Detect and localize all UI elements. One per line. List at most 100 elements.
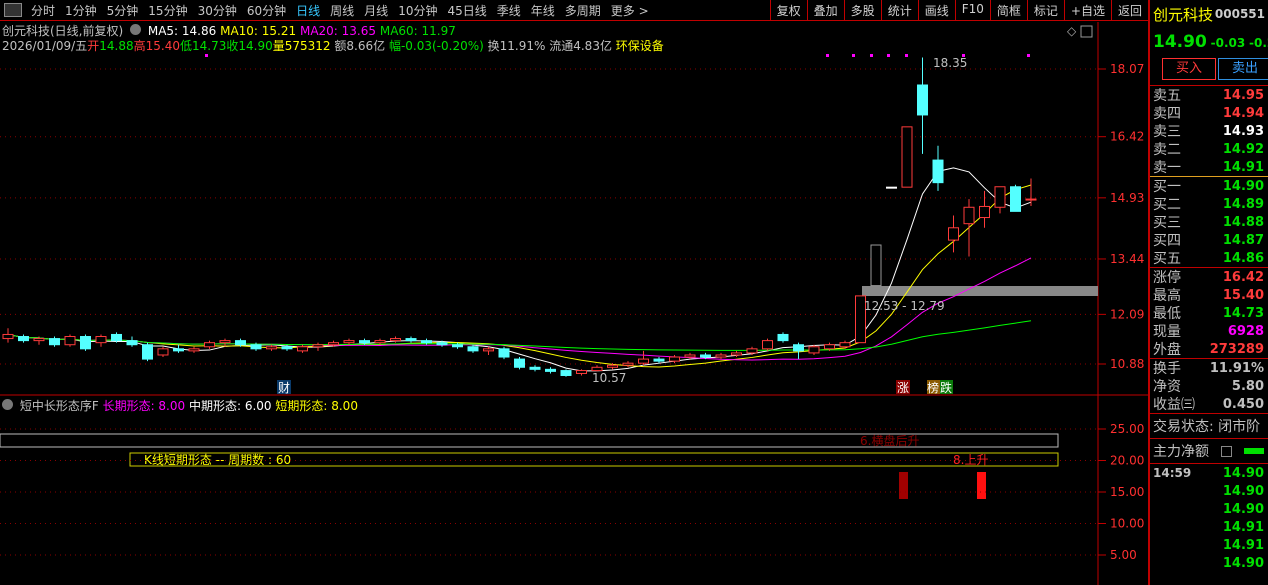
collapse-icon[interactable] [2,399,13,410]
candle [64,334,76,347]
quote-row: 卖四 14.94 [1150,104,1268,123]
quote-label: 卖一 [1153,160,1181,176]
quote-label: 现量 [1153,324,1181,340]
marker-die[interactable]: 跌 [940,380,952,395]
pattern-mid-label: 6.横盘后升 [860,433,919,448]
candle [142,342,153,362]
candle [18,334,29,343]
tick-row: 14.91 [1150,518,1268,536]
quote-value: 14.87 [1222,232,1264,248]
diamond-icon[interactable]: ◇ [1067,24,1077,38]
quote-row: 卖三 14.93 [1150,122,1268,141]
candle [762,338,773,351]
sell-button[interactable]: 卖出 [1218,58,1268,80]
ask-book: 卖五 14.95 卖四 14.94 卖三 14.93 卖二 14.92 卖一 14.91 [1150,86,1268,177]
quote-value: 14.95 [1222,87,1264,103]
tick-price: 14.90 [1222,465,1264,481]
quote-value: 273289 [1209,341,1264,357]
marker-cai[interactable]: 财 [278,381,290,395]
candle [126,336,138,347]
candle [80,334,91,351]
layout-icon[interactable] [1080,25,1093,38]
tick-price: 14.90 [1222,501,1264,517]
long-pattern: 长期形态: 8.00 [102,399,186,413]
quote-label: 卖二 [1153,142,1181,158]
quote-label: 涨停 [1153,270,1181,286]
candle [715,352,727,360]
candle [483,346,494,355]
candle [2,328,14,343]
quote-row: 现量 6928 [1150,322,1268,341]
candle [777,332,789,343]
quote-value: 6928 [1227,323,1264,339]
stock-code: 000551 [1214,7,1265,21]
quote-value: 14.89 [1222,196,1264,212]
marker-zhang[interactable]: 涨 [897,380,909,395]
candle [219,338,231,347]
low-label: 10.57 [592,371,626,385]
candle [173,344,184,353]
candle [622,361,634,368]
gap-band [862,286,1098,296]
quote-value: 14.92 [1222,141,1264,157]
short-pattern: 短期形态: 8.00 [275,399,358,413]
candle [963,199,975,257]
indicator-tick: 25.00 [1110,422,1144,436]
quote-row: 净资 5.80 [1150,377,1268,396]
price-tick: 10.88 [1110,357,1144,371]
indicator-name[interactable]: 短中长形态序F [20,399,99,413]
signal-dot [905,54,908,57]
price-tick: 18.07 [1110,62,1144,76]
quote-value: 14.91 [1222,159,1264,175]
signal-dot [826,54,829,57]
quote-row: 收益㈢ 0.450 [1150,395,1268,414]
tick-row: 14.90 [1150,482,1268,500]
quote-value: 16.42 [1222,269,1264,285]
candle [188,346,200,353]
indicator-header: 短中长形态序F 长期形态: 8.00 中期形态: 6.00 短期形态: 8.00 [2,397,358,414]
candle [979,190,990,228]
quote-label: 买一 [1153,179,1181,195]
candle [839,340,851,349]
quote-value: 5.80 [1231,378,1264,394]
candle [204,340,215,349]
quote-row: 卖二 14.92 [1150,140,1268,159]
list-icon[interactable] [1221,445,1232,457]
signal-dot [870,54,873,57]
pattern-short-title: K线短期形态 -- 周期数 : 60 [144,452,291,467]
last-price-line: 14.90 -0.03 -0.2 [1150,30,1268,54]
marker-bang[interactable]: 榜 [927,380,939,395]
candle [793,342,804,360]
buy-button[interactable]: 买入 [1162,58,1216,80]
candle [498,346,510,360]
candle [405,336,417,343]
candle [545,367,556,374]
candle [529,365,541,372]
tick-row: 14:59 14.90 [1150,464,1268,482]
price-change: -0.03 [1210,36,1246,50]
quote-value: 14.90 [1222,178,1264,194]
main-flow-label: 主力净额 [1153,444,1209,460]
candle [948,215,959,253]
candle [1025,178,1037,207]
mid-pattern: 中期形态: 6.00 [188,399,272,413]
kline-chart[interactable]: ◇ 18.07 16.42 14.93 13.44 12.09 10.88 18.35 1… [0,0,1148,585]
quote-label: 买三 [1153,215,1181,231]
bid-book: 买一 14.90 买二 14.89 买三 14.88 买四 14.87 买五 14.86 [1150,177,1268,268]
indicator-tick: 10.00 [1110,517,1144,531]
quote-label: 换手 [1153,361,1181,377]
gap-label: 12.53 - 12.79 [864,299,945,313]
quote-value: 11.91% [1209,360,1264,376]
quote-value: 0.450 [1222,396,1264,412]
price-tick: 12.09 [1110,307,1144,321]
candle [514,357,525,370]
quote-value: 14.93 [1222,123,1264,139]
quote-label: 外盘 [1153,342,1181,358]
tick-time: 14:59 [1153,466,1192,480]
indicator-tick: 20.00 [1110,454,1144,468]
signal-dot [887,54,890,57]
signal-bar [899,472,908,499]
candle [917,57,928,154]
price-tick: 13.44 [1110,252,1144,266]
quote-row: 外盘 273289 [1150,340,1268,359]
